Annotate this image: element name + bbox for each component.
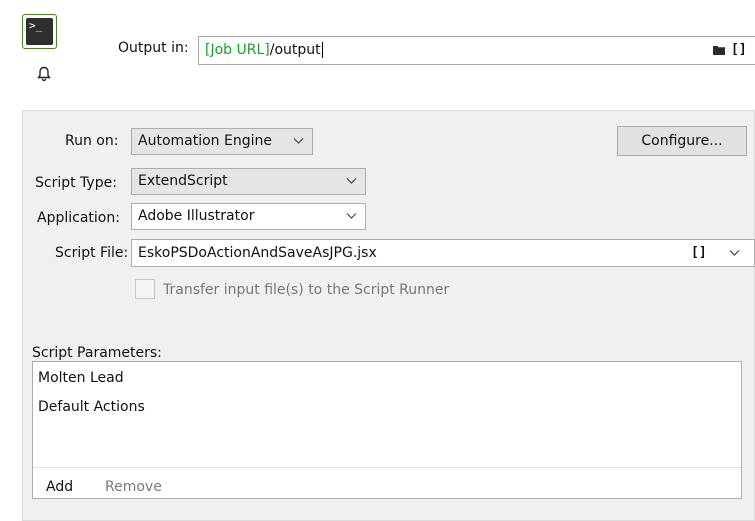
output-path-field[interactable]: [Job URL]/output [198,36,755,65]
script-parameters-label: Script Parameters: [32,345,162,361]
run-on-select[interactable]: Automation Engine [131,128,313,155]
configure-button[interactable]: Configure... [617,126,747,156]
script-file-field[interactable]: EskoPSDoActionAndSaveAsJPG.jsx [131,239,755,267]
job-url-variable: [Job URL] [205,42,270,58]
chevron-down-icon [346,213,357,219]
script-file-label: Script File: [55,245,129,261]
chevron-down-icon [293,138,304,144]
remove-parameter-button[interactable]: Remove [105,478,162,496]
script-file-value: EskoPSDoActionAndSaveAsJPG.jsx [138,245,377,261]
chevron-down-icon [346,178,357,184]
script-type-label: Script Type: [35,175,117,191]
application-value: Adobe Illustrator [138,208,255,224]
list-item[interactable]: Default Actions [38,398,145,416]
script-type-select[interactable]: ExtendScript [131,168,366,195]
folder-icon[interactable] [713,45,725,55]
script-type-value: ExtendScript [138,173,228,189]
output-path-text: /output [269,42,321,58]
divider [33,467,741,468]
text-caret [321,42,323,58]
list-item[interactable]: Molten Lead [38,369,124,387]
run-on-label: Run on: [65,133,119,149]
transfer-input-checkbox[interactable] [135,279,155,299]
transfer-input-label: Transfer input file(s) to the Script Run… [163,282,450,298]
bell-icon[interactable] [36,66,52,82]
output-in-label: Output in: [118,40,189,56]
terminal-icon: >_ [22,14,57,49]
application-select[interactable]: Adobe Illustrator [131,203,366,230]
chevron-down-icon[interactable] [729,249,740,257]
variable-picker-button[interactable]: [] [731,41,747,59]
add-parameter-button[interactable]: Add [46,478,73,496]
script-file-variable-button[interactable]: [] [691,244,707,262]
application-label: Application: [37,210,120,226]
run-on-value: Automation Engine [138,133,272,149]
